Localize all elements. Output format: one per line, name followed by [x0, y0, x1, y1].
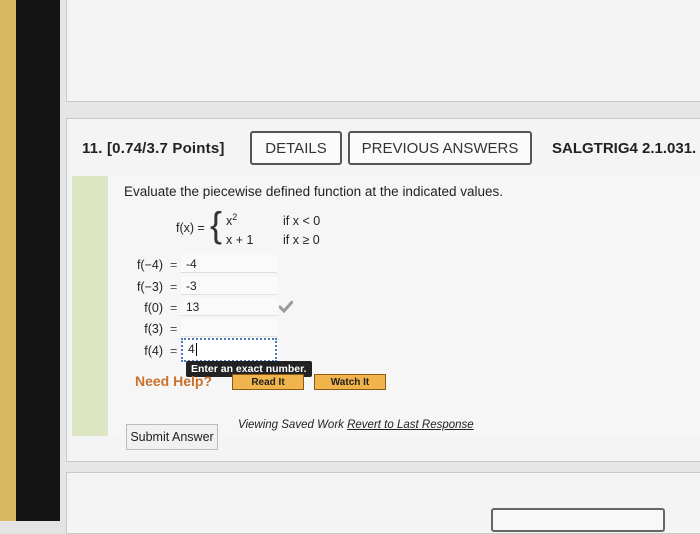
equals-sign: = — [170, 258, 178, 272]
equals-sign: = — [170, 322, 178, 336]
answer-input-f-3[interactable] — [181, 319, 277, 337]
next-question-button[interactable] — [491, 508, 665, 532]
revert-link[interactable]: Revert to Last Response — [347, 419, 474, 431]
question-code: SALGTRIG4 2.1.031. — [552, 140, 697, 157]
left-dark-border — [16, 0, 60, 521]
answer-input-f-4[interactable]: 4 — [181, 338, 277, 362]
answer-input-f-neg4[interactable]: -4 — [181, 255, 277, 273]
correct-check-icon — [279, 301, 293, 313]
watch-it-button[interactable]: Watch It — [314, 374, 386, 390]
text-caret — [195, 343, 197, 357]
details-button[interactable]: DETAILS — [250, 131, 342, 165]
question-prompt: Evaluate the piecewise defined function … — [124, 184, 504, 199]
answer-input-f-0[interactable]: 13 — [181, 298, 277, 316]
question-number: 11. [0.74/3.7 Points] — [82, 140, 225, 157]
read-it-button[interactable]: Read It — [232, 374, 304, 390]
answer-label-f-3: f(3) — [144, 322, 163, 336]
answer-label-f-neg4: f(−4) — [136, 258, 163, 272]
equals-sign: = — [170, 344, 178, 358]
submit-answer-button[interactable]: Submit Answer — [126, 424, 218, 450]
previous-answers-button[interactable]: PREVIOUS ANSWERS — [348, 131, 532, 165]
previous-question-card — [66, 0, 700, 102]
need-help-label: Need Help? — [135, 373, 213, 389]
answer-label-f-neg3: f(−3) — [136, 280, 163, 294]
left-edge-strip — [0, 0, 16, 521]
equals-sign: = — [170, 301, 178, 315]
piecewise-brace: { — [210, 204, 223, 245]
function-label: f(x) = — [176, 221, 205, 235]
case1-expression: x2 — [226, 212, 238, 229]
case2-condition: if x ≥ 0 — [283, 233, 320, 247]
case1-condition: if x < 0 — [283, 214, 321, 228]
question-accent-band — [72, 176, 108, 436]
equals-sign: = — [170, 280, 178, 294]
answer-label-f-4: f(4) — [144, 344, 163, 358]
case2-expression: x + 1 — [226, 233, 254, 247]
saved-work-note: Viewing Saved Work Revert to Last Respon… — [238, 419, 474, 431]
answer-label-f-0: f(0) — [144, 301, 163, 315]
answer-input-f-neg3[interactable]: -3 — [181, 277, 277, 295]
